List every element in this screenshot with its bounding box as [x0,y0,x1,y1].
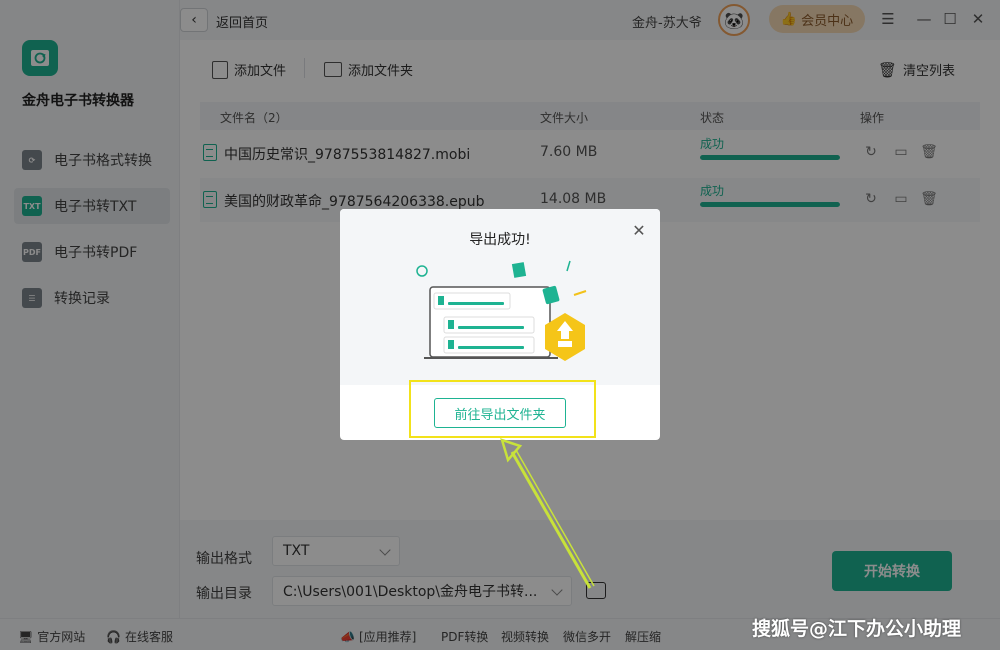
dialog-header: 导出成功! ✕ [340,209,660,385]
dialog-title: 导出成功! [469,232,531,248]
export-success-illustration [416,260,587,361]
watermark: 搜狐号@江下办公小助理 [752,618,962,640]
open-export-folder-button[interactable]: 前往导出文件夹 [434,398,566,428]
close-icon[interactable]: ✕ [630,221,648,240]
